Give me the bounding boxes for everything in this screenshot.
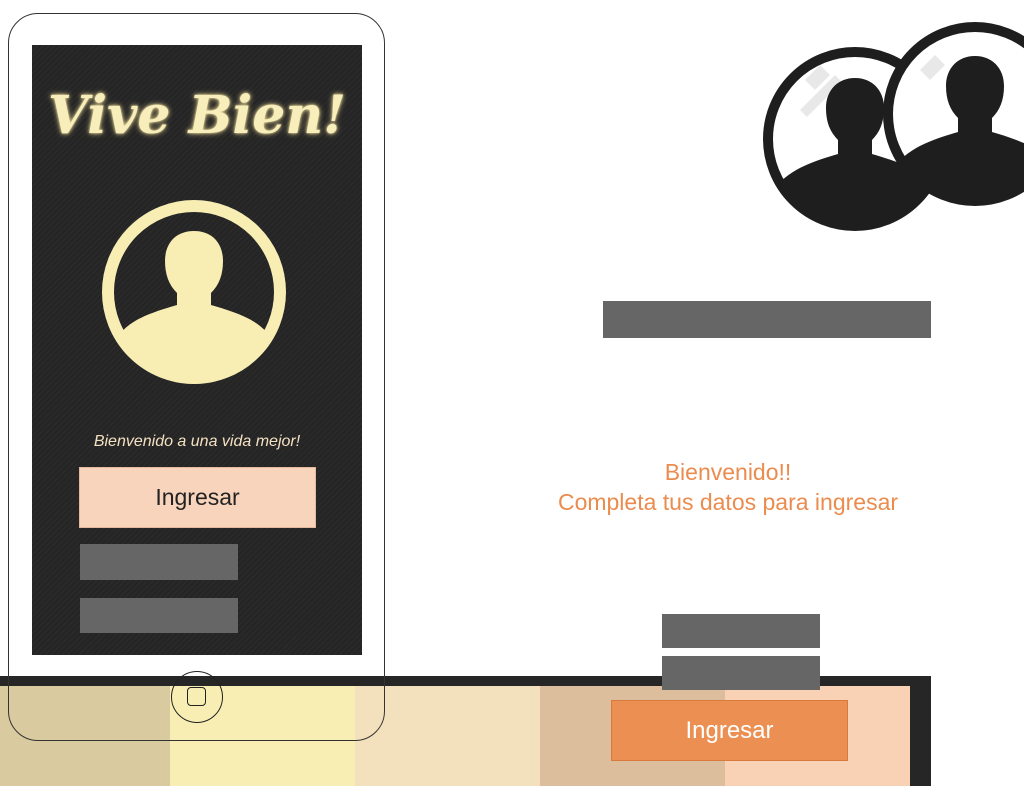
main-header-field[interactable]	[603, 301, 931, 338]
main-password-field[interactable]	[662, 656, 820, 690]
welcome-tagline: Bienvenido a una vida mejor!	[93, 433, 301, 450]
phone-password-field[interactable]	[80, 598, 238, 633]
welcome-subheading: Completa tus datos para ingresar	[557, 489, 899, 515]
app-logo: Vive Bien!	[47, 85, 346, 146]
phone-username-field[interactable]	[80, 544, 238, 580]
welcome-heading: Bienvenido!!	[664, 459, 792, 485]
home-button-icon[interactable]	[171, 671, 223, 723]
main-username-field[interactable]	[662, 614, 820, 648]
users-group-icon	[763, 22, 1024, 231]
phone-screen: Vive Bien! Bienvenido a una vida mejor! …	[32, 45, 362, 655]
user-circle-icon	[102, 200, 286, 384]
main-login-button[interactable]: Ingresar	[611, 700, 848, 761]
phone-login-button[interactable]: Ingresar	[79, 467, 316, 528]
home-square-icon	[187, 687, 206, 706]
